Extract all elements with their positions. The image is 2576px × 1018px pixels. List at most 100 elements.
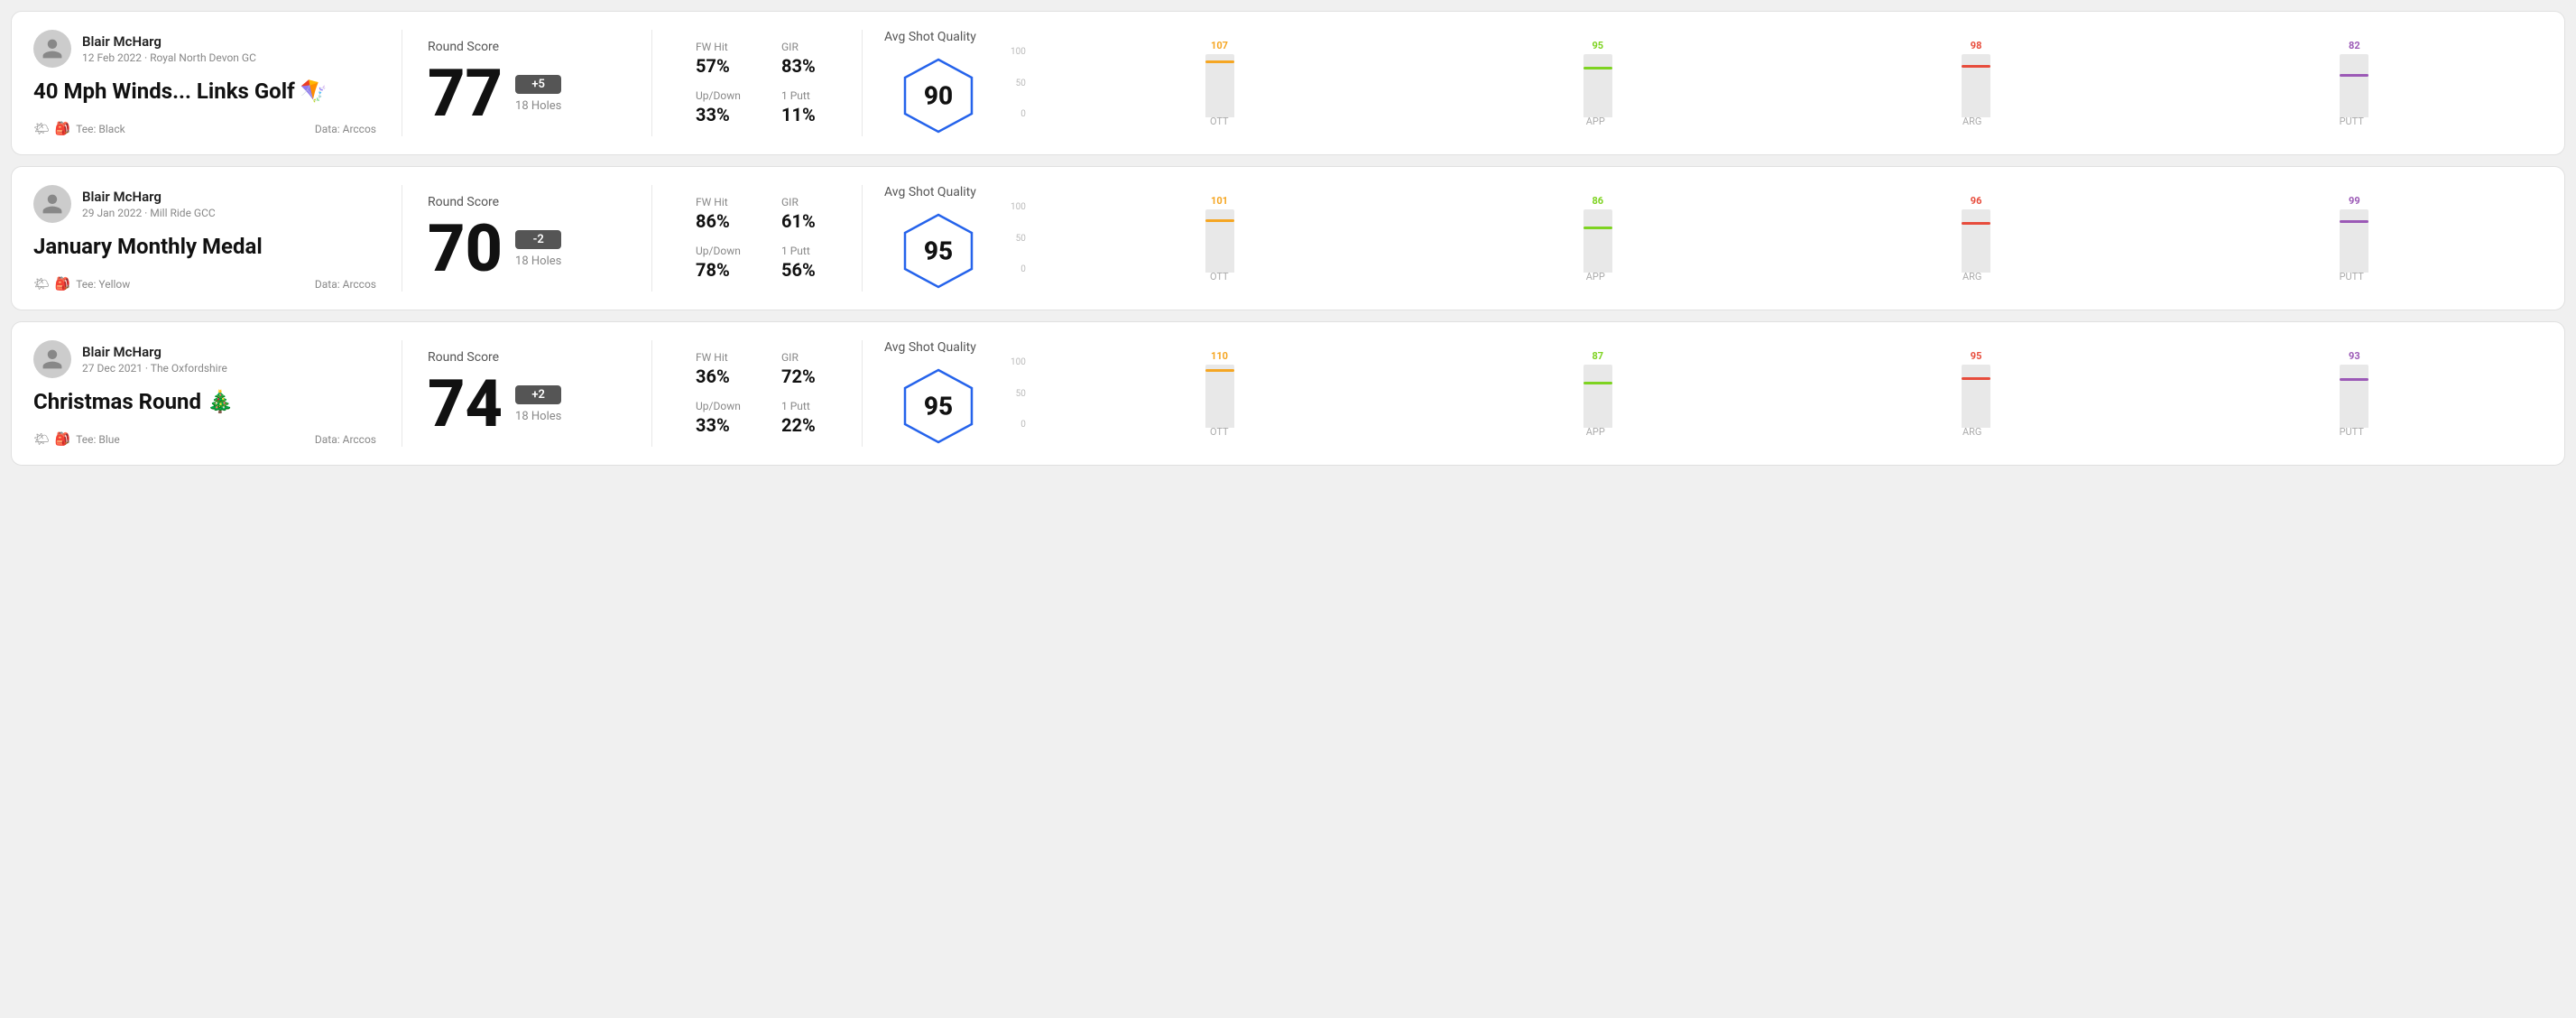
hexagon-container: 90 — [884, 55, 993, 136]
round-card-1: Blair McHarg 12 Feb 2022 · Royal North D… — [11, 11, 2565, 155]
updown-label: Up/Down — [696, 89, 754, 102]
round-left-section: Blair McHarg 27 Dec 2021 · The Oxfordshi… — [33, 340, 376, 447]
hexagon-score: 95 — [924, 236, 953, 266]
round-left-section: Blair McHarg 29 Jan 2022 · Mill Ride GCC… — [33, 185, 376, 292]
data-source: Data: Arccos — [315, 433, 376, 446]
footer-info: 🌤 🎒 Tee: Black Data: Arccos — [33, 122, 376, 136]
oneputt-stat: 1 Putt 11% — [781, 89, 840, 125]
gir-value: 61% — [781, 210, 840, 232]
score-badge: +5 — [515, 75, 561, 94]
score-badge: -2 — [515, 230, 561, 249]
quality-section: Avg Shot Quality 95 — [884, 185, 993, 292]
avatar — [33, 340, 71, 378]
gir-stat: GIR 72% — [781, 351, 840, 387]
updown-value: 33% — [696, 414, 754, 436]
round-title: Christmas Round 🎄 — [33, 389, 376, 414]
fw-hit-label: FW Hit — [696, 351, 754, 364]
hexagon-score: 95 — [924, 392, 953, 421]
round-left-section: Blair McHarg 12 Feb 2022 · Royal North D… — [33, 30, 376, 136]
bag-icon: 🎒 — [55, 122, 70, 136]
hexagon: 95 — [898, 210, 979, 292]
chart-section: 100 50 0 107 95 — [993, 30, 2543, 136]
player-info: Blair McHarg 27 Dec 2021 · The Oxfordshi… — [33, 340, 376, 378]
fw-hit-value: 86% — [696, 210, 754, 232]
gir-stat: GIR 83% — [781, 41, 840, 77]
fw-hit-stat: FW Hit 86% — [696, 196, 754, 232]
updown-value: 78% — [696, 259, 754, 281]
score-badge-holes: -2 18 Holes — [515, 230, 561, 268]
section-divider-3 — [862, 185, 863, 292]
tee-info: 🌤 🎒 Tee: Yellow — [33, 277, 130, 292]
section-divider-3 — [862, 340, 863, 447]
player-text: Blair McHarg 27 Dec 2021 · The Oxfordshi… — [82, 344, 227, 375]
score-badge-holes: +5 18 Holes — [515, 75, 561, 113]
section-divider-2 — [651, 340, 652, 447]
round-meta: 29 Jan 2022 · Mill Ride GCC — [82, 207, 216, 219]
round-meta: 12 Feb 2022 · Royal North Devon GC — [82, 51, 256, 64]
weather-icon: 🌤 — [33, 277, 50, 292]
stats-section: FW Hit 86% GIR 61% Up/Down 78% 1 Putt 56… — [678, 185, 840, 292]
score-section: Round Score 77 +5 18 Holes — [428, 30, 626, 136]
hexagon-score: 90 — [924, 81, 953, 111]
weather-icon: 🌤 — [33, 122, 50, 136]
updown-label: Up/Down — [696, 245, 754, 257]
score-number: 74 — [428, 372, 503, 437]
avatar — [33, 30, 71, 68]
stats-section: FW Hit 57% GIR 83% Up/Down 33% 1 Putt 11… — [678, 30, 840, 136]
round-title: 40 Mph Winds... Links Golf 🪁 — [33, 79, 376, 104]
oneputt-value: 22% — [781, 414, 840, 436]
tee-label: Tee: Black — [76, 123, 125, 135]
tee-info: 🌤 🎒 Tee: Black — [33, 122, 125, 136]
updown-value: 33% — [696, 104, 754, 125]
section-divider-2 — [651, 185, 652, 292]
gir-value: 72% — [781, 366, 840, 387]
bag-icon: 🎒 — [55, 277, 70, 292]
player-info: Blair McHarg 12 Feb 2022 · Royal North D… — [33, 30, 376, 68]
score-label: Round Score — [428, 195, 626, 209]
oneputt-label: 1 Putt — [781, 89, 840, 102]
tee-label: Tee: Yellow — [76, 278, 130, 291]
updown-stat: Up/Down 33% — [696, 400, 754, 436]
oneputt-stat: 1 Putt 56% — [781, 245, 840, 281]
score-number: 70 — [428, 217, 503, 282]
holes-text: 18 Holes — [515, 255, 561, 268]
fw-hit-stat: FW Hit 36% — [696, 351, 754, 387]
oneputt-value: 56% — [781, 259, 840, 281]
chart-section: 100 50 0 101 86 — [993, 185, 2543, 292]
player-info: Blair McHarg 29 Jan 2022 · Mill Ride GCC — [33, 185, 376, 223]
section-divider-3 — [862, 30, 863, 136]
gir-label: GIR — [781, 351, 840, 364]
fw-hit-value: 57% — [696, 55, 754, 77]
score-label: Round Score — [428, 350, 626, 365]
stats-grid: FW Hit 36% GIR 72% Up/Down 33% 1 Putt 22… — [696, 351, 840, 436]
chart-section: 100 50 0 110 87 — [993, 340, 2543, 447]
round-card-3: Blair McHarg 27 Dec 2021 · The Oxfordshi… — [11, 321, 2565, 466]
fw-hit-label: FW Hit — [696, 41, 754, 53]
player-name: Blair McHarg — [82, 33, 256, 50]
score-number: 77 — [428, 61, 503, 126]
quality-label: Avg Shot Quality — [884, 185, 993, 199]
updown-stat: Up/Down 33% — [696, 89, 754, 125]
fw-hit-value: 36% — [696, 366, 754, 387]
score-badge: +2 — [515, 385, 561, 404]
quality-label: Avg Shot Quality — [884, 340, 993, 355]
gir-stat: GIR 61% — [781, 196, 840, 232]
oneputt-label: 1 Putt — [781, 400, 840, 412]
hexagon-container: 95 — [884, 210, 993, 292]
fw-hit-stat: FW Hit 57% — [696, 41, 754, 77]
player-name: Blair McHarg — [82, 344, 227, 360]
hexagon: 95 — [898, 366, 979, 447]
updown-stat: Up/Down 78% — [696, 245, 754, 281]
footer-info: 🌤 🎒 Tee: Yellow Data: Arccos — [33, 277, 376, 292]
gir-label: GIR — [781, 41, 840, 53]
fw-hit-label: FW Hit — [696, 196, 754, 208]
quality-section: Avg Shot Quality 95 — [884, 340, 993, 447]
avatar — [33, 185, 71, 223]
stats-section: FW Hit 36% GIR 72% Up/Down 33% 1 Putt 22… — [678, 340, 840, 447]
updown-label: Up/Down — [696, 400, 754, 412]
footer-info: 🌤 🎒 Tee: Blue Data: Arccos — [33, 432, 376, 447]
quality-label: Avg Shot Quality — [884, 30, 993, 44]
quality-section: Avg Shot Quality 90 — [884, 30, 993, 136]
player-text: Blair McHarg 12 Feb 2022 · Royal North D… — [82, 33, 256, 64]
tee-info: 🌤 🎒 Tee: Blue — [33, 432, 120, 447]
